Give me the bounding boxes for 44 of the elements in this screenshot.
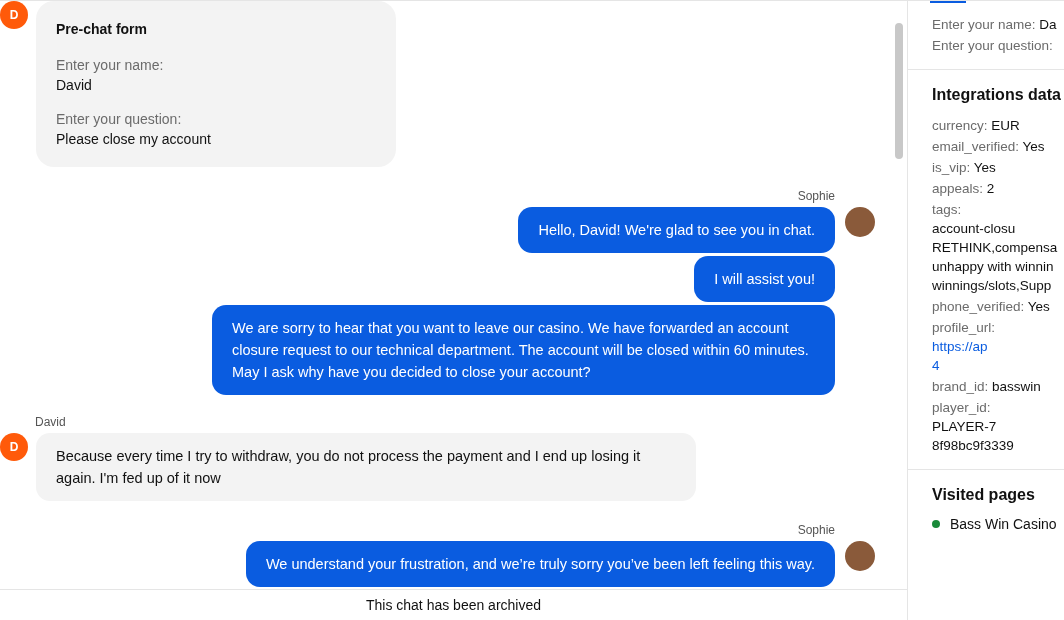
agent-message: We understand your frustration, and we’re truly sorry you’ve been left feeling this way.: [245, 541, 835, 587]
form-title: Pre-chat form: [56, 21, 149, 37]
field-value: Yes: [1022, 139, 1045, 154]
visited-page[interactable]: Bass Win Casino: [950, 516, 1057, 532]
field-value: Da: [1039, 17, 1057, 32]
field-value: EUR: [991, 118, 1020, 133]
avatar: D: [0, 1, 28, 29]
field-label: Enter your question:: [932, 38, 1053, 53]
scrollbar[interactable]: [895, 23, 903, 159]
agent-avatar: [845, 207, 875, 237]
archived-notice: This chat has been archived: [365, 597, 542, 613]
field-label: is_vip:: [932, 160, 971, 175]
agent-avatar: [845, 541, 875, 571]
field-value: 2: [986, 181, 995, 196]
sender-name: Sophie: [796, 189, 835, 203]
sender-name: David: [35, 415, 67, 429]
field-value: account-closu RETHINK,compensa unhappy with winnin winnings/slots,Supp: [932, 220, 1058, 295]
field-label: currency:: [932, 118, 988, 133]
field-label: profile_url:: [932, 320, 996, 335]
field-label: Enter your name:: [932, 17, 1036, 32]
active-tab-indicator: [930, 1, 966, 3]
section-title: Integrations data: [932, 86, 1062, 104]
field-label: email_verified:: [932, 139, 1020, 154]
field-label: appeals:: [932, 181, 984, 196]
agent-message: I will assist you!: [694, 256, 835, 302]
profile-link[interactable]: https://ap 4: [932, 337, 988, 375]
avatar: D: [0, 433, 28, 461]
field-label: phone_verified:: [932, 299, 1025, 314]
field-value: Yes: [1027, 299, 1050, 314]
field-label: brand_id:: [932, 379, 989, 394]
section-title: Visited pages: [932, 486, 1036, 504]
field-value: basswin: [992, 379, 1041, 394]
agent-message: Hello, David! We're glad to see you in chat.: [518, 207, 835, 253]
field-value: Please close my account: [56, 131, 212, 147]
field-value: PLAYER-7 8f98bc9f3339: [932, 418, 1014, 455]
field-label: player_id:: [932, 400, 991, 415]
field-label: Enter your name:: [56, 57, 165, 73]
field-label: tags:: [932, 202, 962, 217]
visitor-message: Because every time I try to withdraw, you do not process the payment and I end up losing it again. I'm fed up of it now: [36, 433, 696, 501]
field-label: Enter your question:: [56, 111, 183, 127]
field-value: David: [56, 77, 93, 93]
sender-name: Sophie: [796, 523, 835, 537]
agent-message: We are sorry to hear that you want to leave our casino. We have forwarded an account closure request to our technical department. The account will be closed within 60 minutes. May I ask why have you decided to close your account?: [212, 305, 835, 395]
field-value: Yes: [973, 160, 996, 175]
